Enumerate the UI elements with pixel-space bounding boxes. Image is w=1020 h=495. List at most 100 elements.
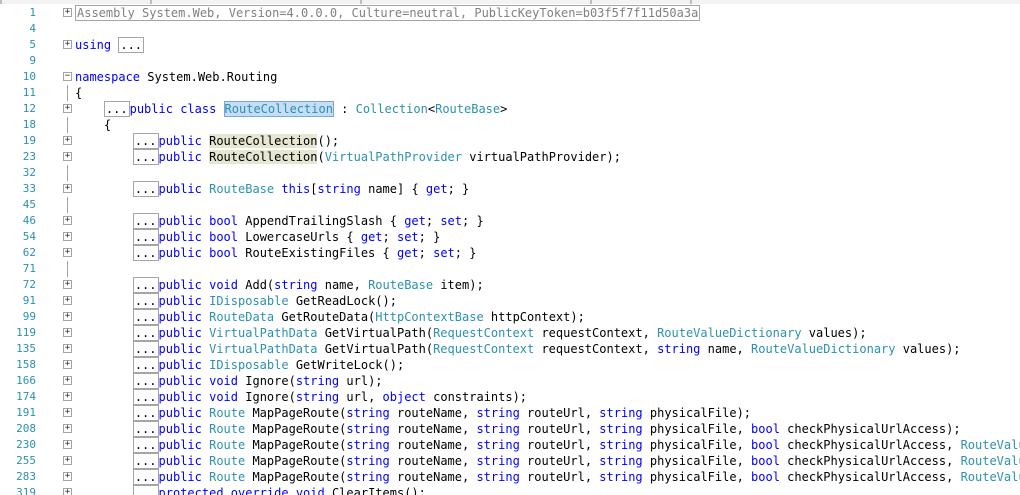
expand-outline-icon[interactable]: + — [63, 456, 72, 465]
collapsed-region-marker[interactable]: Assembly System.Web, Version=4.0.0.0, Cu… — [75, 5, 701, 21]
expand-outline-icon[interactable]: + — [63, 312, 72, 321]
code-line[interactable]: 191 + ... public Route MapPageRoute(string … — [0, 405, 1020, 421]
code-line[interactable]: 62 +... public bool RouteExistingFiles { g… — [0, 245, 1020, 261]
line-number: 174 — [16, 390, 36, 403]
collapsed-region-marker[interactable]: ... — [132, 405, 159, 421]
collapse-outline-icon[interactable]: − — [63, 72, 72, 81]
expand-outline-icon[interactable]: + — [63, 472, 72, 481]
code-token: ; } — [462, 214, 484, 228]
collapsed-region-marker[interactable]: ... — [132, 277, 159, 293]
code-line[interactable]: 5 + using ... — [0, 37, 1020, 53]
code-line[interactable]: 283 + ... public Route MapPageRoute(string … — [0, 469, 1020, 485]
keyword-token: string — [599, 406, 643, 420]
keyword-token: bool — [751, 470, 780, 484]
expand-outline-icon[interactable]: + — [63, 424, 72, 433]
code-line[interactable]: 71 — [0, 261, 1020, 277]
collapsed-region-marker[interactable]: ... — [118, 37, 145, 53]
expand-outline-icon[interactable]: + — [63, 440, 72, 449]
code-line[interactable]: 1 + Assembly System.Web, Version=4.0.0.0, … — [0, 5, 1020, 21]
collapsed-region-marker[interactable]: ... — [132, 469, 159, 485]
code-line[interactable]: 19 +... public RouteCollection(); — [0, 133, 1020, 149]
code-line[interactable]: 99 +... public RouteData GetRouteData(Http… — [0, 309, 1020, 325]
expand-outline-icon[interactable]: + — [63, 216, 72, 225]
expand-outline-icon[interactable]: + — [63, 408, 72, 417]
line-number: 72 — [22, 278, 36, 291]
code-text: ... public bool RouteExistingFiles { get;… — [132, 245, 476, 261]
code-line[interactable]: 11 { — [0, 85, 1020, 101]
code-token: physicalFile, — [642, 438, 752, 452]
code-line[interactable]: 12 +... public class RouteCollection : Col… — [0, 101, 1020, 117]
collapsed-region-marker[interactable]: ... — [132, 149, 159, 165]
collapsed-region-marker[interactable]: ... — [132, 309, 159, 325]
code-line[interactable]: 23 +... public RouteCollection(VirtualPath… — [0, 149, 1020, 165]
type-token: RouteValueDic — [960, 454, 1020, 468]
code-line[interactable]: 72 +... public void Add(string name, Route… — [0, 277, 1020, 293]
collapsed-region-marker[interactable]: ... — [132, 421, 159, 437]
expand-outline-icon[interactable]: + — [63, 104, 72, 113]
code-line[interactable]: 18 { — [0, 117, 1020, 133]
expand-outline-icon[interactable]: + — [63, 152, 72, 161]
code-line[interactable]: 91 +... public IDisposable GetReadLock(); — [0, 293, 1020, 309]
expand-outline-icon[interactable]: + — [63, 40, 72, 49]
collapsed-region-marker[interactable]: ... — [132, 389, 159, 405]
collapsed-region-marker[interactable]: ... — [132, 293, 159, 309]
expand-outline-icon[interactable]: + — [63, 344, 72, 353]
expand-outline-icon[interactable]: + — [63, 248, 72, 257]
type-token: RouteValueDic — [960, 438, 1020, 452]
expand-outline-icon[interactable]: + — [63, 376, 72, 385]
expand-outline-icon[interactable]: + — [63, 360, 72, 369]
collapsed-region-marker[interactable]: ... — [132, 341, 159, 357]
code-line[interactable]: 119 +... public VirtualPathData GetVirtual… — [0, 325, 1020, 341]
collapsed-region-marker[interactable]: ... — [132, 325, 159, 341]
collapsed-region-marker[interactable]: ... — [103, 101, 130, 117]
code-line[interactable]: 158 +... public IDisposable GetWriteLock()… — [0, 357, 1020, 373]
keyword-token: object — [382, 390, 426, 404]
keyword-token: string — [599, 454, 643, 468]
code-line[interactable]: 166 +... public void Ignore(string url); — [0, 373, 1020, 389]
code-line[interactable]: 45 — [0, 197, 1020, 213]
collapsed-region-marker[interactable]: ... — [132, 373, 159, 389]
code-line[interactable]: 135 +... public VirtualPathData GetVirtual… — [0, 341, 1020, 357]
expand-outline-icon[interactable]: + — [63, 8, 72, 17]
code-editor[interactable]: 1 + Assembly System.Web, Version=4.0.0.0, … — [0, 5, 1020, 495]
collapsed-region-marker[interactable]: ... — [132, 213, 159, 229]
code-line[interactable]: 319 +... protected override void ClearItem… — [0, 485, 1020, 495]
code-line[interactable]: 4 — [0, 21, 1020, 37]
expand-outline-icon[interactable]: + — [63, 184, 72, 193]
collapsed-region-marker[interactable]: ... — [132, 245, 159, 261]
collapsed-region-marker[interactable]: ... — [132, 437, 159, 453]
keyword-token: public — [158, 230, 202, 244]
code-line[interactable]: 255 + ... public Route MapPageRoute(string … — [0, 453, 1020, 469]
type-token: VirtualPathData — [209, 326, 318, 340]
collapsed-region-marker[interactable]: ... — [132, 133, 159, 149]
expand-outline-icon[interactable]: + — [63, 232, 72, 241]
expand-outline-icon[interactable]: + — [63, 136, 72, 145]
collapsed-region-marker[interactable]: ... — [132, 357, 159, 373]
code-line[interactable]: 46 + ... public bool AppendTrailingSlash { … — [0, 213, 1020, 229]
keyword-token: set — [440, 214, 463, 228]
expand-outline-icon[interactable]: + — [63, 488, 72, 495]
code-text: ... public IDisposable GetWriteLock(); — [132, 357, 404, 373]
keyword-token: string — [599, 422, 643, 436]
expand-outline-icon[interactable]: + — [63, 280, 72, 289]
keyword-token: string — [657, 342, 701, 356]
code-line[interactable]: 174 +... public void Ignore(string url, ob… — [0, 389, 1020, 405]
code-line[interactable]: 32 — [0, 165, 1020, 181]
code-line[interactable]: 10 − namespace System.Web.Routing — [0, 69, 1020, 85]
collapsed-region-marker[interactable]: ... — [132, 181, 159, 197]
code-line[interactable]: 208 + ... public Route MapPageRoute(string … — [0, 421, 1020, 437]
collapsed-region-marker[interactable]: ... — [132, 453, 159, 469]
type-token: RouteBase — [368, 278, 434, 292]
collapsed-region-marker[interactable]: ... — [132, 229, 159, 245]
keyword-token: public — [158, 278, 202, 292]
code-line[interactable]: 230 + ... public Route MapPageRoute(string … — [0, 437, 1020, 453]
expand-outline-icon[interactable]: + — [63, 328, 72, 337]
code-line[interactable]: 33 +... public RouteBase this[string name]… — [0, 181, 1020, 197]
expand-outline-icon[interactable]: + — [63, 296, 72, 305]
code-line[interactable]: 54 +... public bool LowercaseUrls { get; s… — [0, 229, 1020, 245]
expand-outline-icon[interactable]: + — [63, 392, 72, 401]
collapsed-region-marker[interactable]: ... — [132, 485, 159, 495]
code-line[interactable]: 9 — [0, 53, 1020, 69]
keyword-token: class — [180, 102, 217, 116]
